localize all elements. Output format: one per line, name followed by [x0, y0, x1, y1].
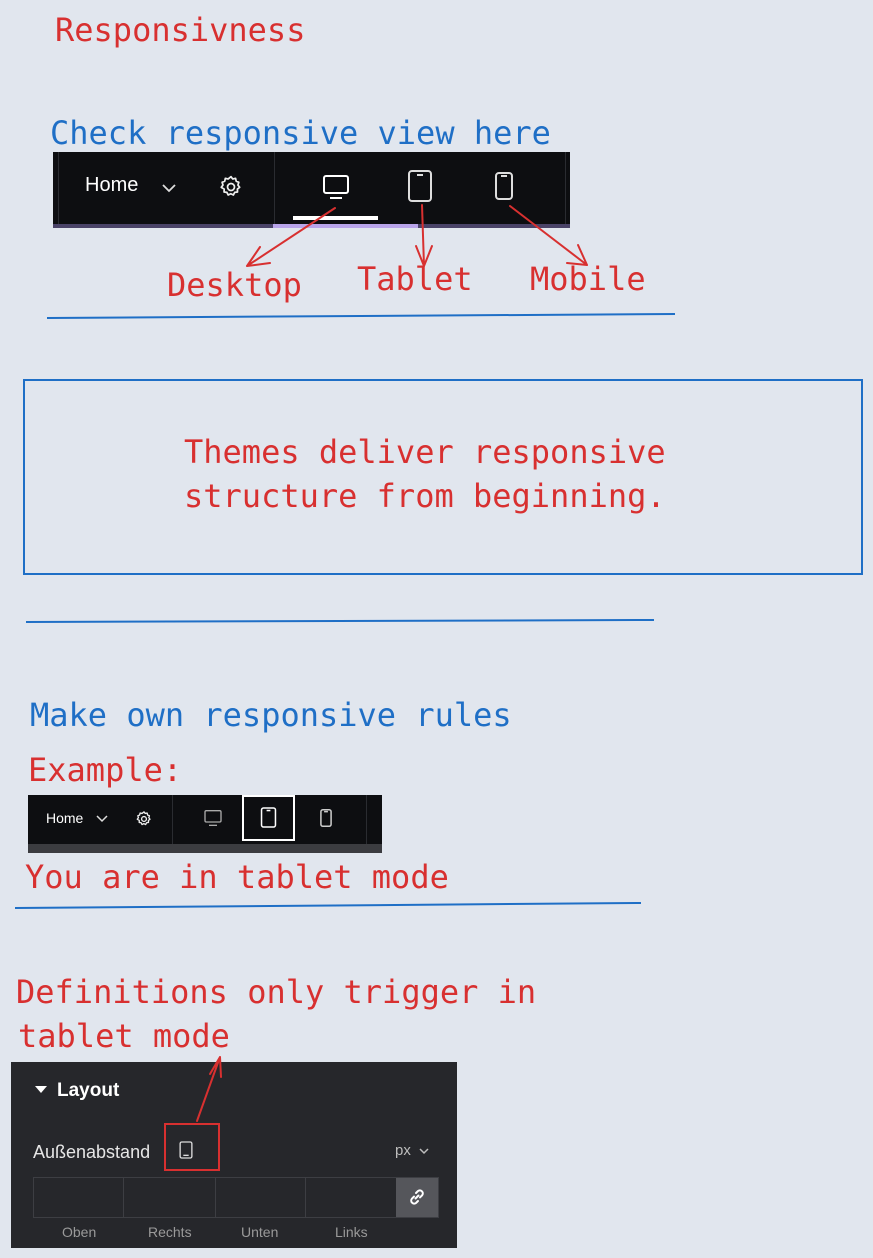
unit-select[interactable]: px	[395, 1142, 411, 1159]
chevron-down-icon[interactable]	[419, 1148, 429, 1155]
desktop-label: Desktop	[167, 266, 302, 304]
themes-note-line1: Themes deliver responsive	[184, 433, 666, 471]
margin-fields	[33, 1177, 439, 1218]
home-dropdown[interactable]: Home	[46, 810, 83, 826]
example-label: Example:	[28, 751, 183, 789]
field-label-bottom: Unten	[241, 1224, 279, 1240]
chevron-down-icon[interactable]	[96, 814, 108, 823]
divider-line	[14, 902, 642, 909]
definitions-note-line1: Definitions only trigger in	[16, 973, 537, 1011]
caret-down-icon[interactable]	[35, 1086, 47, 1093]
margin-right-input[interactable]	[124, 1178, 216, 1217]
mobile-label: Mobile	[530, 260, 646, 298]
margin-top-input[interactable]	[34, 1178, 124, 1217]
themes-note-line2: structure from beginning.	[184, 477, 666, 515]
annotation-arrow-3	[196, 1056, 222, 1122]
margin-left-input[interactable]	[306, 1178, 395, 1217]
responsive-toolbar-tablet: Home	[28, 795, 382, 853]
toolbar-bottom-strip	[28, 844, 382, 853]
tablet-mode-note: You are in tablet mode	[25, 858, 449, 896]
divider-line	[46, 313, 676, 319]
link-values-button[interactable]	[396, 1178, 438, 1217]
field-label-top: Oben	[62, 1224, 97, 1240]
desktop-icon[interactable]	[203, 808, 223, 828]
field-label-left: Links	[335, 1224, 368, 1240]
field-label-right: Rechts	[148, 1224, 192, 1240]
margin-bottom-input[interactable]	[216, 1178, 306, 1217]
gear-icon[interactable]	[135, 810, 153, 828]
link-icon	[410, 1189, 424, 1205]
mobile-icon[interactable]	[319, 808, 333, 828]
divider-line	[25, 619, 655, 623]
margin-label: Außenabstand	[33, 1142, 151, 1162]
section-title[interactable]: Layout	[57, 1080, 119, 1102]
tablet-icon[interactable]	[178, 1140, 194, 1160]
make-rules-note: Make own responsive rules	[30, 696, 512, 734]
tablet-icon[interactable]	[259, 806, 278, 829]
tablet-label: Tablet	[357, 260, 473, 298]
